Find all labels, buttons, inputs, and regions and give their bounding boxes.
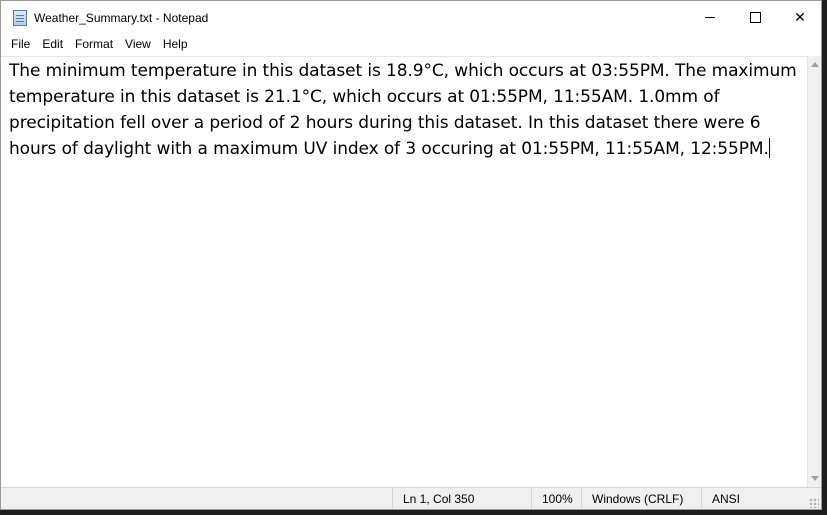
menu-edit[interactable]: Edit <box>36 34 69 55</box>
scroll-up-arrow-icon[interactable] <box>811 62 819 67</box>
title-bar[interactable]: Weather_Summary.txt - Notepad ✕ <box>1 1 821 34</box>
vertical-scrollbar[interactable] <box>807 56 821 487</box>
scroll-down-arrow-icon[interactable] <box>811 476 819 481</box>
maximize-icon <box>749 12 761 23</box>
window-title: Weather_Summary.txt - Notepad <box>34 11 209 25</box>
menu-file[interactable]: File <box>1 34 36 55</box>
editor-text: The minimum temperature in this dataset … <box>9 61 797 159</box>
close-icon: ✕ <box>794 9 806 26</box>
zoom-level: 100% <box>531 488 581 509</box>
menu-help[interactable]: Help <box>157 34 194 55</box>
minimize-button[interactable] <box>687 1 733 34</box>
notepad-window: Weather_Summary.txt - Notepad ✕ File Edi… <box>0 0 822 510</box>
encoding: ANSI <box>701 488 807 509</box>
notepad-icon <box>13 10 27 26</box>
cursor-position: Ln 1, Col 350 <box>392 488 531 509</box>
minimize-icon <box>705 17 715 18</box>
resize-grip-icon[interactable] <box>809 498 819 508</box>
text-editor[interactable]: The minimum temperature in this dataset … <box>1 56 807 487</box>
text-caret <box>768 138 770 158</box>
menu-view[interactable]: View <box>119 34 157 55</box>
menu-bar: File Edit Format View Help <box>1 34 821 55</box>
close-button[interactable]: ✕ <box>777 1 821 34</box>
line-ending: Windows (CRLF) <box>581 488 701 509</box>
menu-format[interactable]: Format <box>69 34 119 55</box>
status-bar: Ln 1, Col 350 100% Windows (CRLF) ANSI <box>1 487 821 509</box>
maximize-button[interactable] <box>732 1 778 34</box>
